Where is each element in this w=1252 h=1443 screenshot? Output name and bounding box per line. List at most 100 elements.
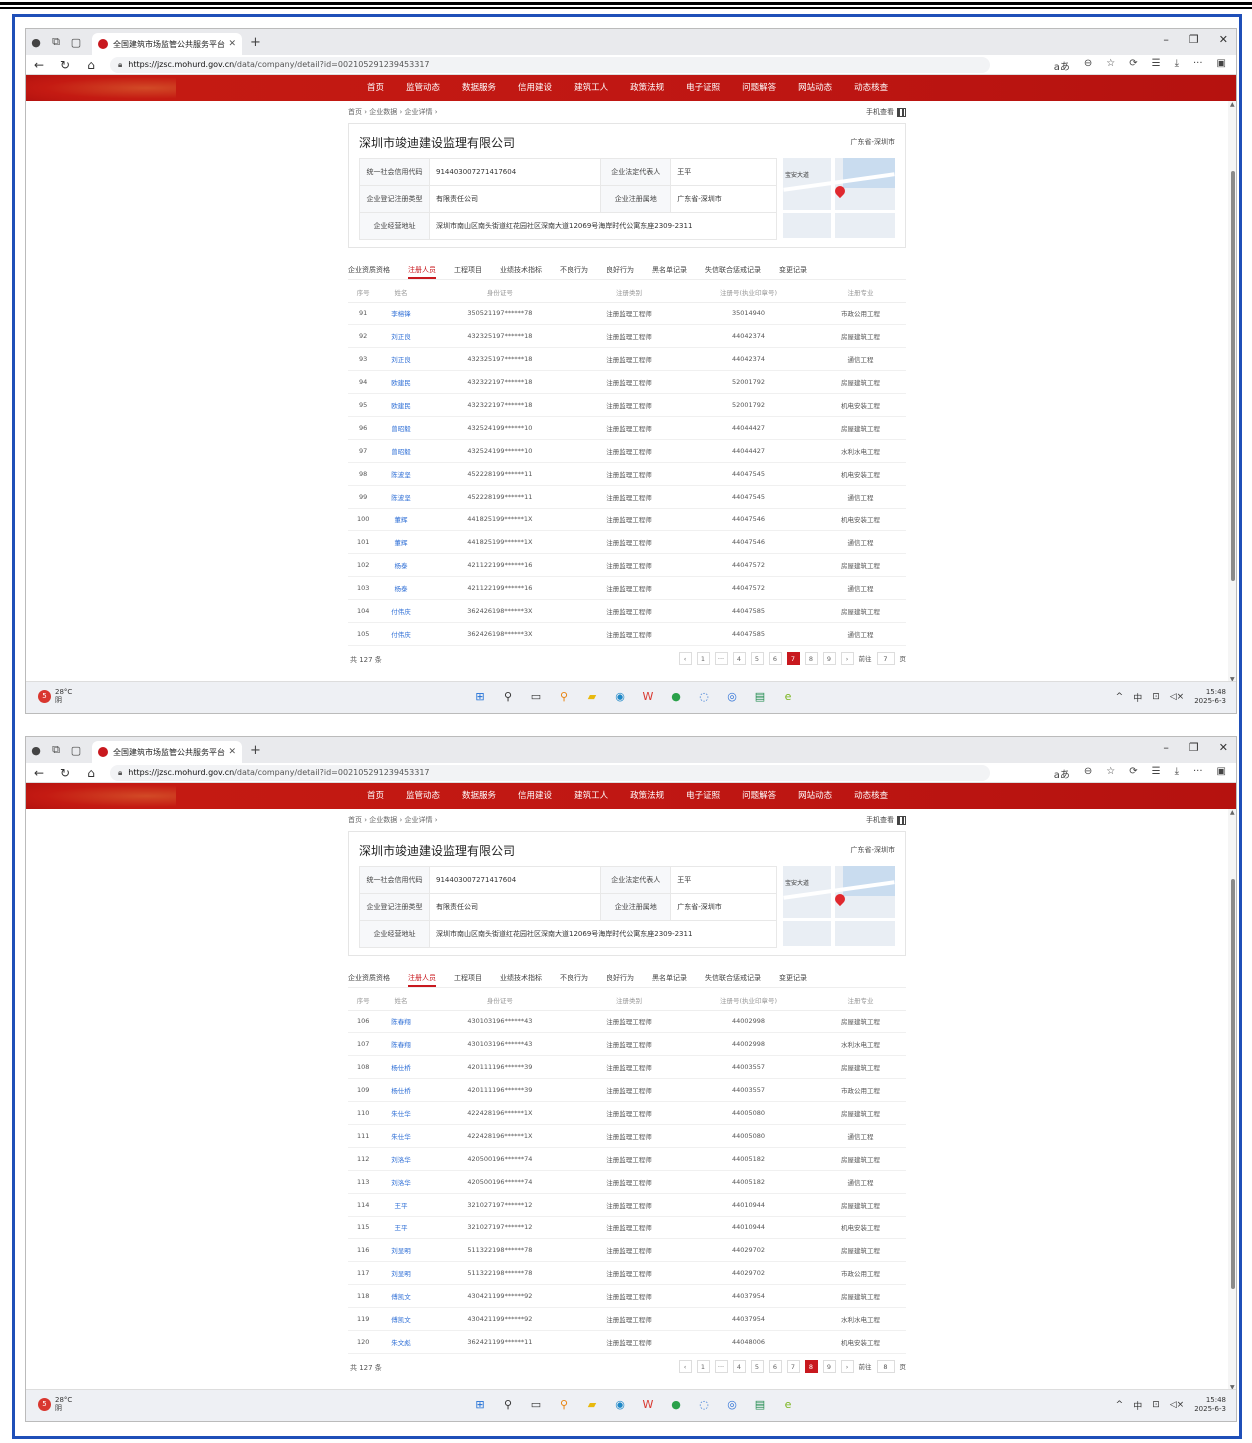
person-name-link[interactable]: 董辉 <box>378 530 424 555</box>
read-aloud-icon[interactable]: aあ <box>1054 58 1070 73</box>
subtab[interactable]: 业绩技术指标 <box>500 262 542 279</box>
url-field[interactable]: 🔒︎ https://jzsc.mohurd.gov.cn/data/compa… <box>110 56 990 73</box>
person-name-link[interactable]: 杨泰 <box>378 576 424 601</box>
ie-browser-icon[interactable]: ◎ <box>723 1396 741 1414</box>
person-name-link[interactable]: 杨泰 <box>378 553 424 578</box>
file-explorer-icon[interactable]: ▰ <box>583 1396 601 1414</box>
chat-app-icon[interactable]: ● <box>667 688 685 706</box>
nav-item[interactable]: 数据服务 <box>451 75 507 101</box>
page-button[interactable]: 6 <box>768 651 782 665</box>
prev-page-icon[interactable]: ‹ <box>678 1359 692 1373</box>
nav-item[interactable]: 问题解答 <box>731 783 787 809</box>
nav-item[interactable]: 监管动态 <box>395 75 451 101</box>
search-icon[interactable]: ⚲ <box>499 1396 517 1414</box>
goto-input[interactable]: 8 <box>876 1359 895 1373</box>
nav-item[interactable]: 动态核查 <box>843 75 899 101</box>
home-icon[interactable]: ⌂ <box>78 766 104 780</box>
person-name-link[interactable]: 杨仕桥 <box>378 1055 424 1080</box>
volume-icon[interactable]: ◁× <box>1170 1400 1184 1410</box>
more-icon[interactable]: ··· <box>1193 58 1203 73</box>
ime-indicator[interactable]: 中 <box>1133 691 1142 704</box>
url-field[interactable]: 🔒︎ https://jzsc.mohurd.gov.cn/data/compa… <box>110 764 990 781</box>
home-icon[interactable]: ⌂ <box>78 58 104 72</box>
search-app-icon[interactable]: ⚲ <box>555 688 573 706</box>
subtab[interactable]: 变更记录 <box>779 970 807 987</box>
nav-item[interactable]: 网站动态 <box>787 75 843 101</box>
new-tab-icon[interactable]: + <box>250 35 261 50</box>
zoom-icon[interactable]: ⊖ <box>1084 58 1092 73</box>
page-button[interactable]: ··· <box>714 651 728 665</box>
search-app-icon[interactable]: ⚲ <box>555 1396 573 1414</box>
subtab[interactable]: 工程项目 <box>454 262 482 279</box>
scroll-up-icon[interactable]: ▲ <box>1230 101 1235 108</box>
nav-item[interactable]: 首页 <box>356 783 395 809</box>
person-name-link[interactable]: 杨仕桥 <box>378 1078 424 1103</box>
subtab[interactable]: 注册人员 <box>408 262 436 279</box>
page-button[interactable]: 8 <box>804 651 818 665</box>
edge-icon[interactable]: ◉ <box>611 1396 629 1414</box>
clock[interactable]: 15:48 2025-6-3 <box>1194 1396 1226 1414</box>
person-name-link[interactable]: 傅凯文 <box>378 1284 424 1309</box>
nav-item[interactable]: 建筑工人 <box>563 783 619 809</box>
downloads-icon[interactable]: ⤓ <box>1175 766 1179 781</box>
person-name-link[interactable]: 刘洛华 <box>378 1170 424 1194</box>
tray-expand-icon[interactable]: ^ <box>1116 1400 1124 1410</box>
favorites-bar-icon[interactable]: ☰ <box>1152 766 1161 781</box>
nav-item[interactable]: 首页 <box>356 75 395 101</box>
browser-e-icon[interactable]: e <box>779 1396 797 1414</box>
nav-item[interactable]: 信用建设 <box>507 75 563 101</box>
person-name-link[interactable]: 朱文彪 <box>378 1330 424 1354</box>
sidebar-icon[interactable]: ▣ <box>1217 58 1226 73</box>
subtab[interactable]: 失信联合惩戒记录 <box>705 262 761 279</box>
favorite-icon[interactable]: ☆ <box>1106 58 1115 73</box>
nav-item[interactable]: 数据服务 <box>451 783 507 809</box>
weather-widget[interactable]: 5 28°C 阴 <box>38 1396 72 1412</box>
browser-tab[interactable]: 全国建筑市场监管公共服务平台 ✕ <box>92 741 242 763</box>
person-name-link[interactable]: 付伟庆 <box>378 599 424 623</box>
ime-indicator[interactable]: 中 <box>1133 1399 1142 1412</box>
nav-item[interactable]: 政策法规 <box>619 783 675 809</box>
person-name-link[interactable]: 刘洛华 <box>378 1147 424 1171</box>
location-map[interactable]: 宝安大道 <box>783 158 895 238</box>
subtab[interactable]: 企业资质资格 <box>348 970 390 987</box>
weather-widget[interactable]: 5 28°C 阴 <box>38 688 72 704</box>
favorite-icon[interactable]: ☆ <box>1106 766 1115 781</box>
person-name-link[interactable]: 王平 <box>378 1193 424 1217</box>
page-button[interactable]: 9 <box>822 1359 836 1373</box>
copilot-icon[interactable]: ◌ <box>695 688 713 706</box>
scroll-up-icon[interactable]: ▲ <box>1230 809 1235 816</box>
page-button[interactable]: 4 <box>732 651 746 665</box>
page-button[interactable]: 6 <box>768 1359 782 1373</box>
minimize-icon[interactable]: – <box>1163 33 1169 46</box>
page-button[interactable]: 7 <box>786 651 800 665</box>
workspaces-icon[interactable]: ⧉ <box>46 35 66 49</box>
person-name-link[interactable]: 陈春翔 <box>378 1010 424 1034</box>
start-icon[interactable]: ⊞ <box>471 1396 489 1414</box>
subtab[interactable]: 变更记录 <box>779 262 807 279</box>
page-button[interactable]: 1 <box>696 1359 710 1373</box>
clock[interactable]: 15:48 2025-6-3 <box>1194 688 1226 706</box>
network-icon[interactable]: ⊡ <box>1152 692 1160 702</box>
notepad-icon[interactable]: ▤ <box>751 1396 769 1414</box>
volume-icon[interactable]: ◁× <box>1170 692 1184 702</box>
page-button[interactable]: 8 <box>804 1359 818 1373</box>
subtab[interactable]: 业绩技术指标 <box>500 970 542 987</box>
tab-actions-icon[interactable]: ▢ <box>66 36 86 49</box>
mobile-view-link[interactable]: 手机查看 <box>866 809 906 831</box>
nav-item[interactable]: 监管动态 <box>395 783 451 809</box>
minimize-icon[interactable]: – <box>1163 741 1169 754</box>
new-tab-icon[interactable]: + <box>250 743 261 758</box>
mobile-view-link[interactable]: 手机查看 <box>866 101 906 123</box>
person-name-link[interactable]: 陈春翔 <box>378 1032 424 1057</box>
page-button[interactable]: 9 <box>822 651 836 665</box>
copilot-icon[interactable]: ◌ <box>695 1396 713 1414</box>
nav-item[interactable]: 电子证照 <box>675 75 731 101</box>
tab-actions-icon[interactable]: ▢ <box>66 744 86 757</box>
breadcrumb-text[interactable]: 首页 › 企业数据 › 企业详情 › <box>348 816 438 824</box>
profile-icon[interactable]: ● <box>26 744 46 757</box>
restore-icon[interactable]: ❐ <box>1189 741 1199 754</box>
nav-item[interactable]: 问题解答 <box>731 75 787 101</box>
refresh-icon[interactable]: ↻ <box>52 766 78 780</box>
subtab[interactable]: 黑名单记录 <box>652 262 687 279</box>
tray-expand-icon[interactable]: ^ <box>1116 692 1124 702</box>
